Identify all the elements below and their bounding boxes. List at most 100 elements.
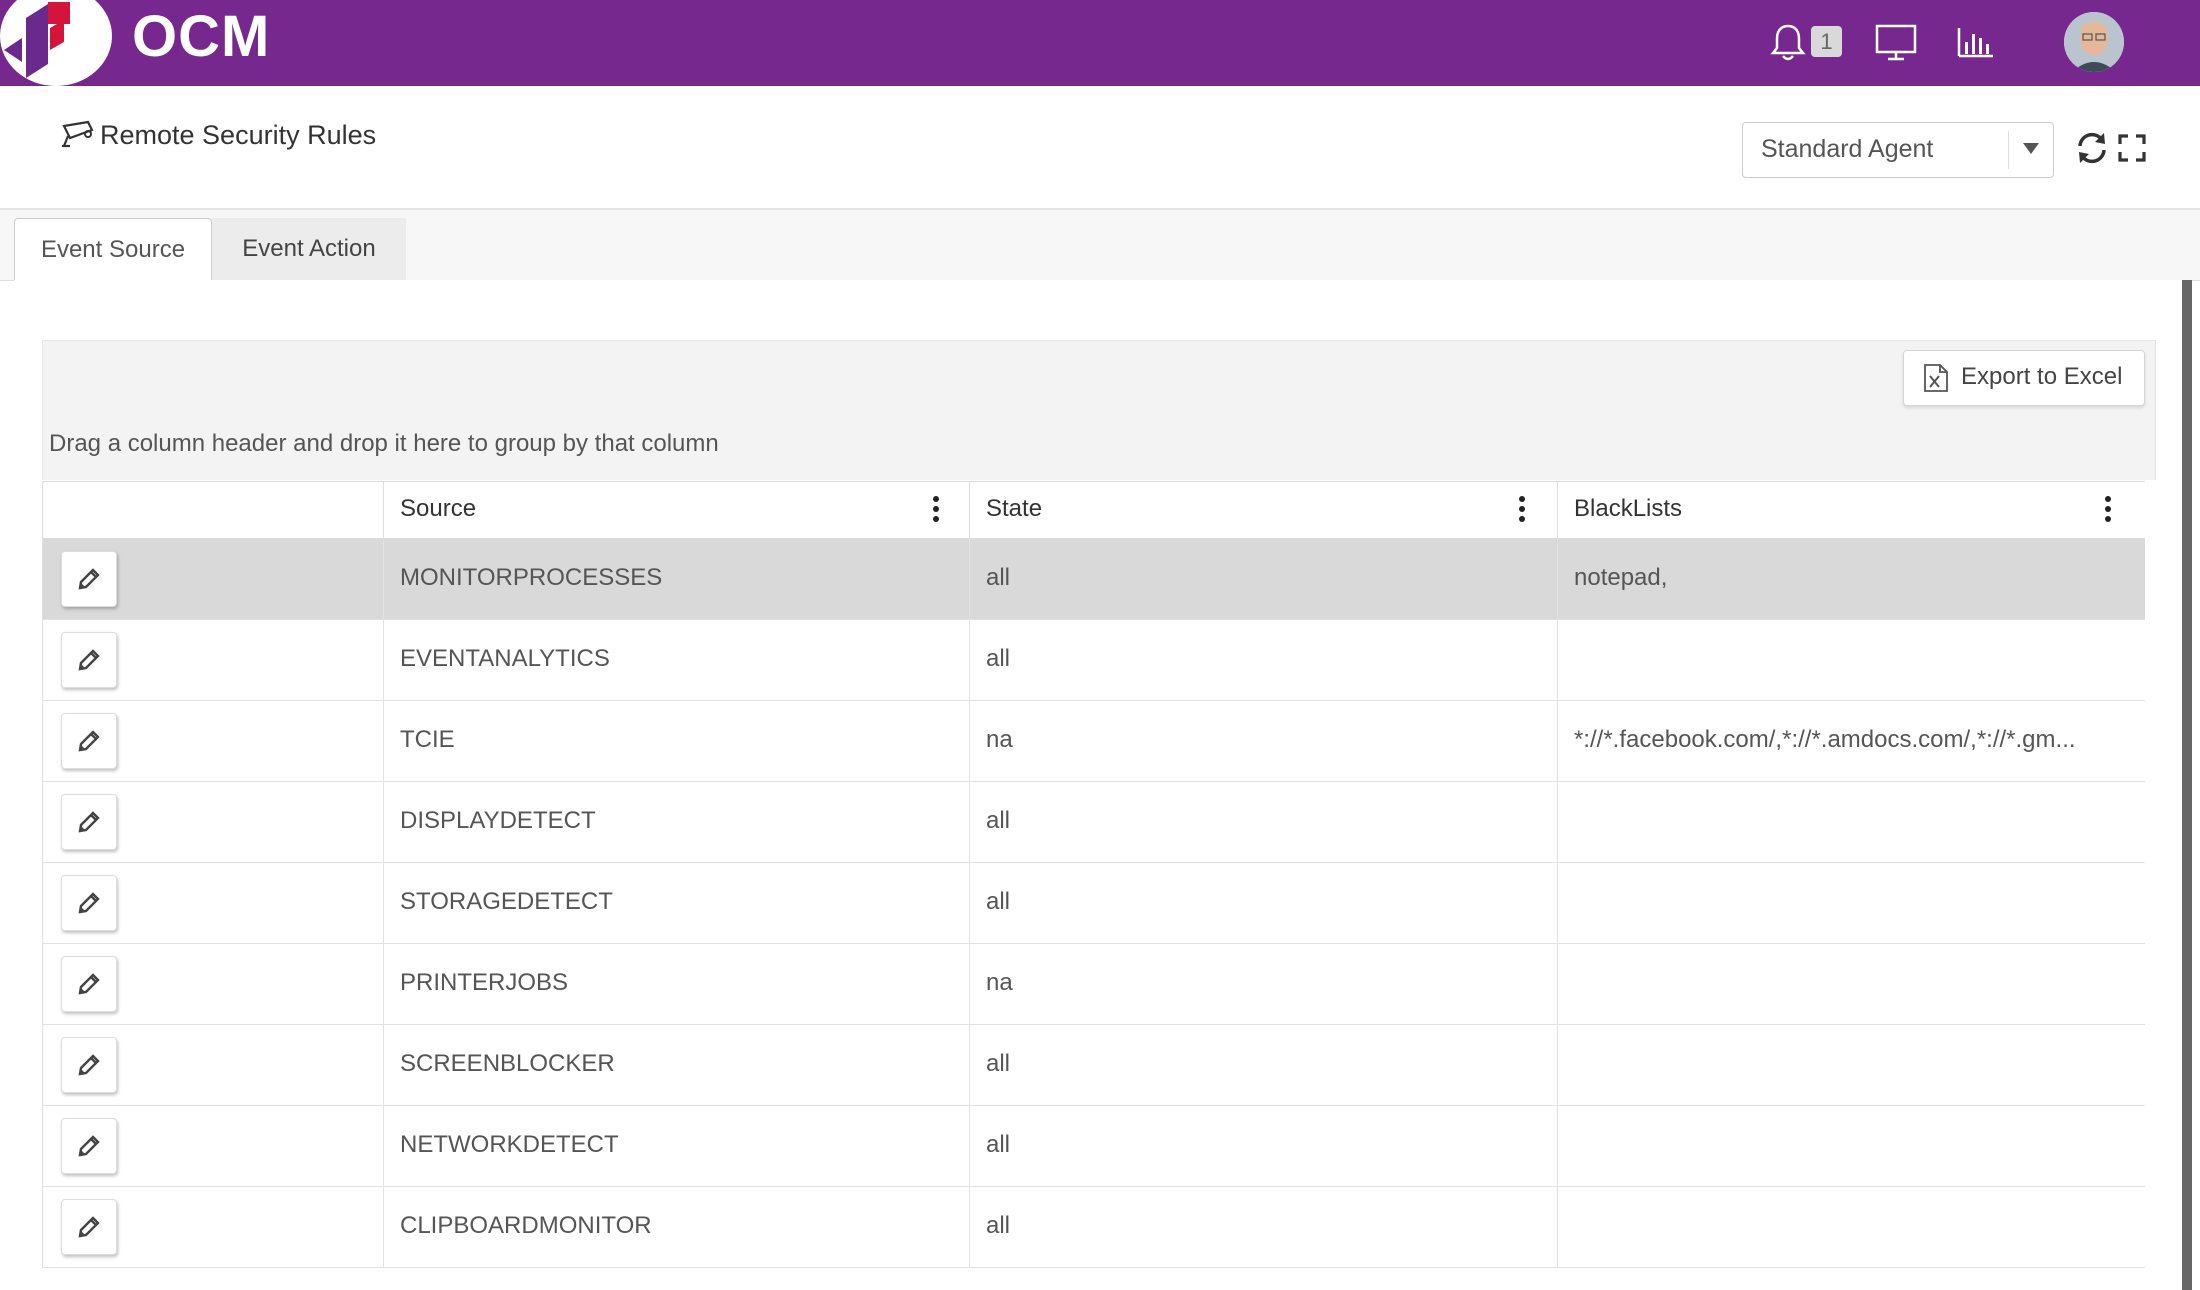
edit-cell	[43, 944, 383, 1024]
agent-type-value: Standard Agent	[1761, 135, 1934, 163]
logo-icon	[4, 2, 70, 78]
grid-header-row: Source State BlackLists	[43, 481, 2145, 539]
blacklists-cell[interactable]	[1557, 1106, 2146, 1186]
edit-cell	[43, 1025, 383, 1105]
source-cell[interactable]: SCREENBLOCKER	[383, 1025, 970, 1105]
blacklists-cell[interactable]	[1557, 944, 2146, 1024]
agent-type-select[interactable]: Standard Agent	[1742, 122, 2054, 178]
column-menu-icon[interactable]	[1518, 496, 1526, 524]
bar-chart-icon[interactable]	[1954, 20, 1998, 64]
group-by-drop-zone[interactable]: Drag a column header and drop it here to…	[42, 414, 2156, 480]
source-cell[interactable]: TCIE	[383, 701, 970, 781]
edit-cell	[43, 863, 383, 943]
state-cell[interactable]: all	[969, 620, 1558, 700]
source-cell[interactable]: STORAGEDETECT	[383, 863, 970, 943]
table-row[interactable]: NETWORKDETECT all	[43, 1106, 2145, 1187]
edit-cell	[43, 620, 383, 700]
edit-row-button[interactable]	[61, 632, 117, 688]
edit-row-button[interactable]	[61, 713, 117, 769]
table-row[interactable]: SCREENBLOCKER all	[43, 1025, 2145, 1106]
state-value: all	[986, 888, 1011, 915]
edit-cell	[43, 1106, 383, 1186]
source-cell[interactable]: EVENTANALYTICS	[383, 620, 970, 700]
edit-row-button[interactable]	[61, 956, 117, 1012]
column-header-state[interactable]: State	[969, 482, 1558, 538]
fullscreen-icon[interactable]	[2114, 130, 2150, 166]
source-cell[interactable]: CLIPBOARDMONITOR	[383, 1187, 970, 1267]
notification-count-badge[interactable]: 1	[1811, 26, 1842, 57]
table-row[interactable]: PRINTERJOBS na	[43, 944, 2145, 1025]
edit-row-button[interactable]	[61, 1037, 117, 1093]
state-cell[interactable]: na	[969, 701, 1558, 781]
state-value: all	[986, 564, 1011, 591]
source-value: STORAGEDETECT	[400, 888, 613, 915]
edit-row-button[interactable]	[61, 1199, 117, 1255]
excel-icon	[1924, 364, 1948, 392]
state-cell[interactable]: na	[969, 944, 1558, 1024]
security-camera-icon	[62, 120, 94, 148]
table-row[interactable]: MONITORPROCESSES all notepad,	[43, 539, 2145, 620]
source-cell[interactable]: MONITORPROCESSES	[383, 539, 970, 619]
state-value: all	[986, 1212, 1011, 1239]
source-value: PRINTERJOBS	[400, 969, 569, 996]
group-hint-text: Drag a column header and drop it here to…	[49, 430, 719, 457]
edit-row-button[interactable]	[61, 1118, 117, 1174]
edit-row-button[interactable]	[61, 875, 117, 931]
table-row[interactable]: STORAGEDETECT all	[43, 863, 2145, 944]
source-value: TCIE	[400, 726, 455, 753]
table-row[interactable]: CLIPBOARDMONITOR all	[43, 1187, 2145, 1268]
source-value: EVENTANALYTICS	[400, 645, 610, 672]
edit-cell	[43, 782, 383, 862]
tab-event-action[interactable]: Event Action	[212, 218, 406, 280]
app-logo[interactable]	[0, 0, 112, 86]
export-label: Export to Excel	[1961, 363, 2123, 390]
table-row[interactable]: TCIE na *://*.facebook.com/,*://*.amdocs.c…	[43, 701, 2145, 782]
vertical-scrollbar[interactable]	[2182, 280, 2192, 1290]
tab-event-source[interactable]: Event Source	[14, 218, 212, 282]
header-edit-column	[43, 482, 383, 538]
source-value: CLIPBOARDMONITOR	[400, 1212, 652, 1239]
state-value: all	[986, 645, 1011, 672]
state-cell[interactable]: all	[969, 863, 1558, 943]
source-value: DISPLAYDETECT	[400, 807, 596, 834]
state-cell[interactable]: all	[969, 1187, 1558, 1267]
blacklists-cell[interactable]: *://*.facebook.com/,*://*.amdocs.com/,*:…	[1557, 701, 2146, 781]
dropdown-arrow-icon[interactable]	[2023, 143, 2039, 154]
top-bar: OCM 1	[0, 0, 2200, 86]
source-value: SCREENBLOCKER	[400, 1050, 615, 1077]
blacklists-cell[interactable]	[1557, 1025, 2146, 1105]
blacklists-cell[interactable]	[1557, 1187, 2146, 1267]
table-row[interactable]: DISPLAYDETECT all	[43, 782, 2145, 863]
refresh-icon[interactable]	[2074, 130, 2110, 166]
blacklists-value: notepad,	[1574, 564, 1668, 591]
state-cell[interactable]: all	[969, 539, 1558, 619]
source-cell[interactable]: DISPLAYDETECT	[383, 782, 970, 862]
select-divider	[2008, 131, 2009, 169]
source-cell[interactable]: PRINTERJOBS	[383, 944, 970, 1024]
export-to-excel-button[interactable]: Export to Excel	[1903, 350, 2145, 406]
state-cell[interactable]: all	[969, 1025, 1558, 1105]
edit-row-button[interactable]	[61, 551, 117, 607]
bell-icon[interactable]	[1766, 20, 1810, 64]
column-menu-icon[interactable]	[2104, 496, 2112, 524]
blacklists-cell[interactable]	[1557, 782, 2146, 862]
brand-name: OCM	[132, 4, 271, 69]
user-avatar[interactable]	[2064, 12, 2124, 72]
state-value: all	[986, 807, 1011, 834]
source-cell[interactable]: NETWORKDETECT	[383, 1106, 970, 1186]
page-title: Remote Security Rules	[100, 120, 377, 150]
blacklists-cell[interactable]	[1557, 620, 2146, 700]
blacklists-value: *://*.facebook.com/,*://*.amdocs.com/,*:…	[1574, 726, 2076, 753]
blacklists-cell[interactable]	[1557, 863, 2146, 943]
table-row[interactable]: EVENTANALYTICS all	[43, 620, 2145, 701]
column-menu-icon[interactable]	[932, 496, 940, 524]
monitor-icon[interactable]	[1874, 20, 1918, 64]
blacklists-cell[interactable]: notepad,	[1557, 539, 2146, 619]
edit-cell	[43, 539, 383, 619]
edit-row-button[interactable]	[61, 794, 117, 850]
column-header-source[interactable]: Source	[383, 482, 970, 538]
state-cell[interactable]: all	[969, 1106, 1558, 1186]
column-header-blacklists[interactable]: BlackLists	[1557, 482, 2146, 538]
state-value: na	[986, 726, 1013, 753]
state-cell[interactable]: all	[969, 782, 1558, 862]
